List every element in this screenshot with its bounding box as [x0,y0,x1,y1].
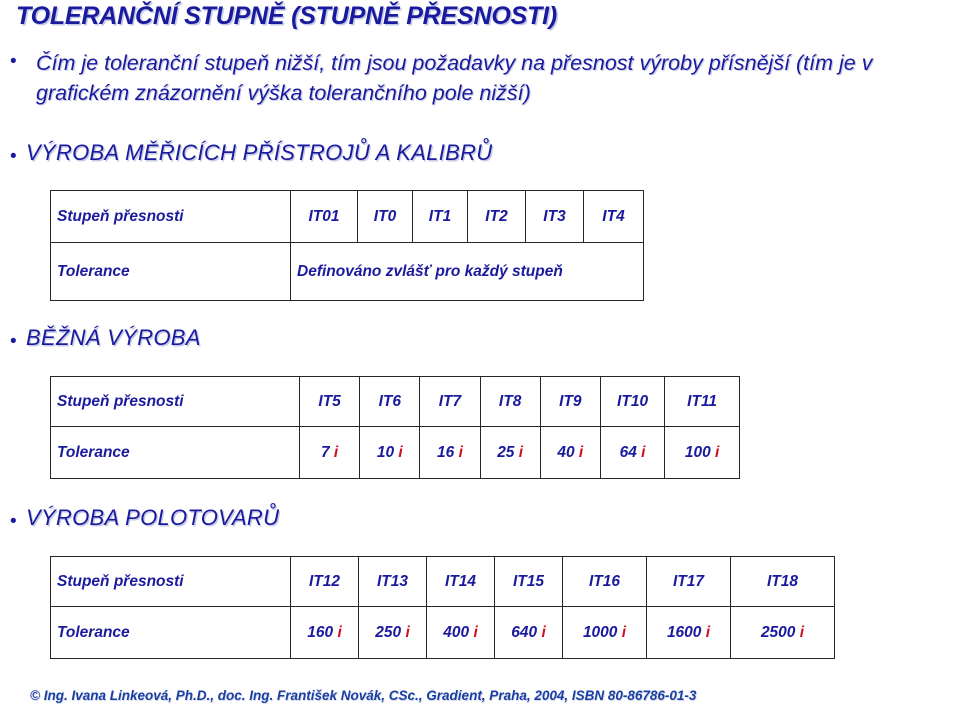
tolerance-merged-cell: Definováno zvlášť pro každý stupeň [290,242,644,301]
grade-cell: IT5 [299,376,361,427]
tolerance-value: 160 [307,623,334,641]
tolerance-value: 25 [497,443,515,461]
grade-cell: IT3 [525,190,584,243]
grade-cell: IT17 [646,556,731,607]
table-row: Tolerance Definováno zvlášť pro každý st… [50,242,644,301]
grade-cell: IT10 [599,376,666,427]
table-measuring-instruments: Stupeň přesnosti IT01 IT0 IT1 IT2 IT3 IT… [50,190,644,301]
tolerance-cell: 1000 i [562,606,647,659]
tolerance-unit: i [473,623,478,641]
tolerance-cell: 64 i [599,426,666,479]
table-row: Stupeň přesnosti IT01 IT0 IT1 IT2 IT3 IT… [50,190,644,243]
tolerance-value: 2500 [760,623,796,641]
tolerance-unit: i [641,443,646,461]
section-3-bullet-row: VÝROBA POLOTOVARŮ [10,505,279,531]
tolerance-cell: 7 i [299,426,361,479]
bullet-dot-icon [10,140,26,166]
tolerance-unit: i [405,623,410,641]
tolerance-unit: i [799,623,805,641]
section-heading-measuring-instruments: VÝROBA MĚŘICÍCH PŘÍSTROJŮ A KALIBRŮ [26,140,493,165]
grade-cell: IT01 [290,190,358,243]
tolerance-cell: 2500 i [730,606,835,659]
grade-cell: IT18 [730,556,835,607]
table-row: Tolerance 160 i 250 i 400 i 640 i 1000 i… [50,606,835,659]
tolerance-cell: 40 i [539,426,601,479]
tolerance-value: 1000 [582,623,618,641]
grade-cell: IT0 [357,190,413,243]
tolerance-unit: i [333,443,339,461]
tolerance-value: 16 [437,443,455,461]
tolerance-unit: i [715,443,720,461]
grade-cell: IT8 [479,376,541,427]
grade-cell: IT6 [359,376,421,427]
grade-cell: IT1 [412,190,468,243]
table-row: Tolerance 7 i 10 i 16 i 25 i 40 i 64 i 1… [49,426,740,479]
row-label-grade: Stupeň přesnosti [50,556,291,607]
section-2-bullet-row: BĚŽNÁ VÝROBA [10,325,201,351]
tolerance-unit: i [621,623,627,641]
tolerance-value: 250 [375,623,402,641]
tolerance-value: 7 [320,443,330,461]
table-semifinished-production: Stupeň přesnosti IT12 IT13 IT14 IT15 IT1… [50,556,835,659]
table-row: Stupeň přesnosti IT5 IT6 IT7 IT8 IT9 IT1… [49,376,740,427]
lead-bullet-text: Čím je toleranční stupeň nižší, tím jsou… [36,51,873,105]
row-label-grade: Stupeň přesnosti [50,190,291,243]
tolerance-cell: 10 i [359,426,421,479]
bullet-dot-icon [10,505,26,531]
slide-canvas: TOLERANČNÍ STUPNĚ (STUPNĚ PŘESNOSTI) Čím… [0,0,960,714]
tolerance-cell: 640 i [494,606,563,659]
grade-cell: IT15 [494,556,563,607]
tolerance-unit: i [578,443,584,461]
grade-cell: IT7 [419,376,481,427]
tolerance-cell: 1600 i [646,606,731,659]
tolerance-value: 64 [619,443,637,461]
tolerance-value: 100 [684,443,711,461]
grade-cell: IT13 [358,556,427,607]
row-label-tolerance: Tolerance [50,606,291,659]
bullet-dot-icon [10,325,26,351]
grade-cell: IT2 [467,190,526,243]
tolerance-cell: 100 i [664,426,740,479]
tolerance-value: 400 [443,623,470,641]
tolerance-cell: 160 i [290,606,359,659]
tolerance-unit: i [518,443,524,461]
grade-cell: IT9 [539,376,601,427]
tolerance-unit: i [337,623,342,641]
page-title: TOLERANČNÍ STUPNĚ (STUPNĚ PŘESNOSTI) [16,2,557,30]
tolerance-unit: i [458,443,463,461]
tolerance-value: 640 [511,623,538,641]
bullet-dot-icon [10,45,26,71]
section-heading-semifinished-production: VÝROBA POLOTOVARŮ [26,505,280,530]
row-label-grade: Stupeň přesnosti [49,376,301,427]
section-heading-standard-production: BĚŽNÁ VÝROBA [26,325,201,350]
grade-cell: IT16 [562,556,647,607]
tolerance-unit: i [398,443,403,461]
grade-cell: IT12 [290,556,359,607]
copyright-footer: © Ing. Ivana Linkeová, Ph.D., doc. Ing. … [30,688,697,703]
tolerance-cell: 16 i [419,426,481,479]
tolerance-value: 10 [376,443,395,461]
tolerance-unit: i [705,623,711,641]
grade-cell: IT14 [426,556,495,607]
tolerance-cell: 400 i [426,606,495,659]
tolerance-value: 40 [557,443,575,461]
tolerance-unit: i [541,623,546,641]
row-label-tolerance: Tolerance [50,242,291,301]
grade-cell: IT4 [583,190,644,243]
lead-bullet-row [10,45,26,71]
row-label-tolerance: Tolerance [49,426,301,479]
table-standard-production: Stupeň přesnosti IT5 IT6 IT7 IT8 IT9 IT1… [49,376,740,479]
section-1-bullet-row: VÝROBA MĚŘICÍCH PŘÍSTROJŮ A KALIBRŮ [10,140,492,166]
tolerance-cell: 250 i [358,606,427,659]
table-row: Stupeň přesnosti IT12 IT13 IT14 IT15 IT1… [50,556,835,607]
tolerance-value: 1600 [666,623,702,641]
grade-cell: IT11 [664,376,740,427]
tolerance-cell: 25 i [479,426,541,479]
